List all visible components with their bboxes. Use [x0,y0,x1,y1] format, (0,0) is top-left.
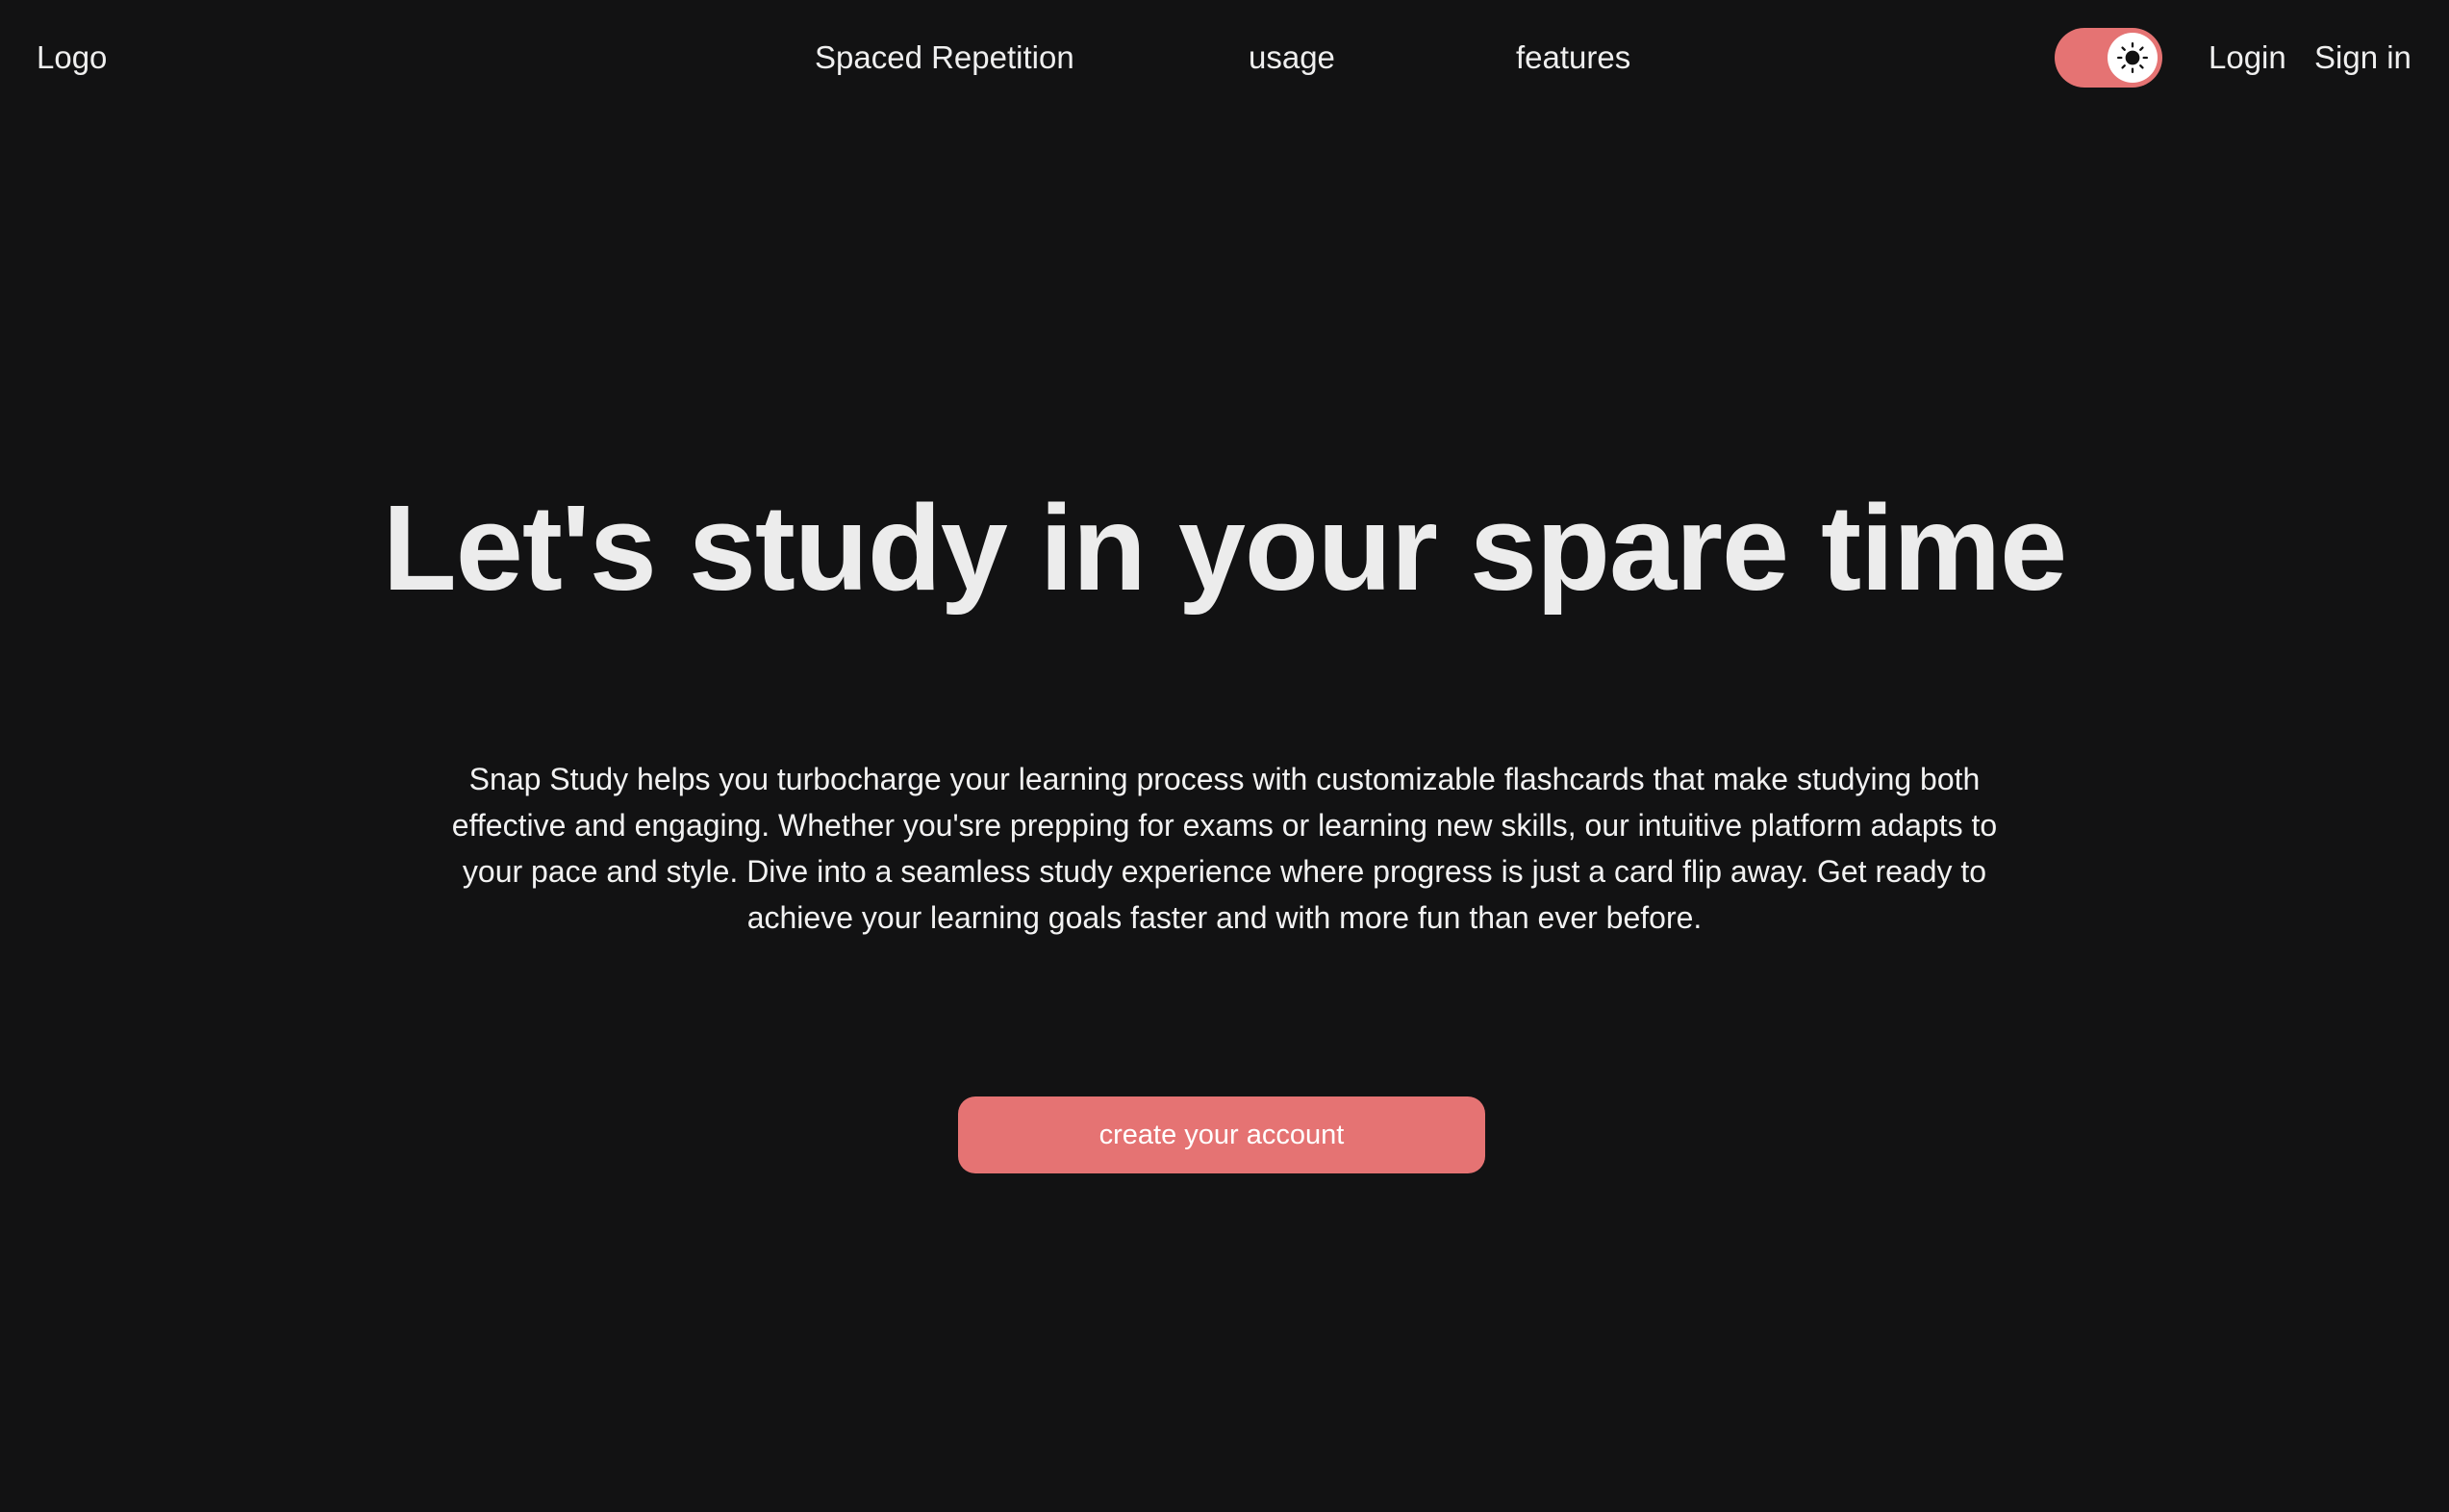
login-link[interactable]: Login [2209,33,2286,83]
create-account-button[interactable]: create your account [958,1096,1485,1173]
logo[interactable]: Logo [37,33,107,83]
nav-link-features[interactable]: features [1516,33,1630,83]
nav-link-spaced-repetition[interactable]: Spaced Repetition [815,33,1074,83]
hero-description: Snap Study helps you turbocharge your le… [451,762,1998,935]
hero-title: Let's study in your spare time [382,480,2067,616]
toggle-knob [2108,33,2158,83]
theme-toggle[interactable] [2055,28,2162,88]
nav-link-usage[interactable]: usage [1249,33,1335,83]
sign-in-link[interactable]: Sign in [2314,33,2411,83]
sun-icon [2116,41,2149,74]
navbar: Logo Spaced Repetition usage features Lo… [0,0,2449,115]
